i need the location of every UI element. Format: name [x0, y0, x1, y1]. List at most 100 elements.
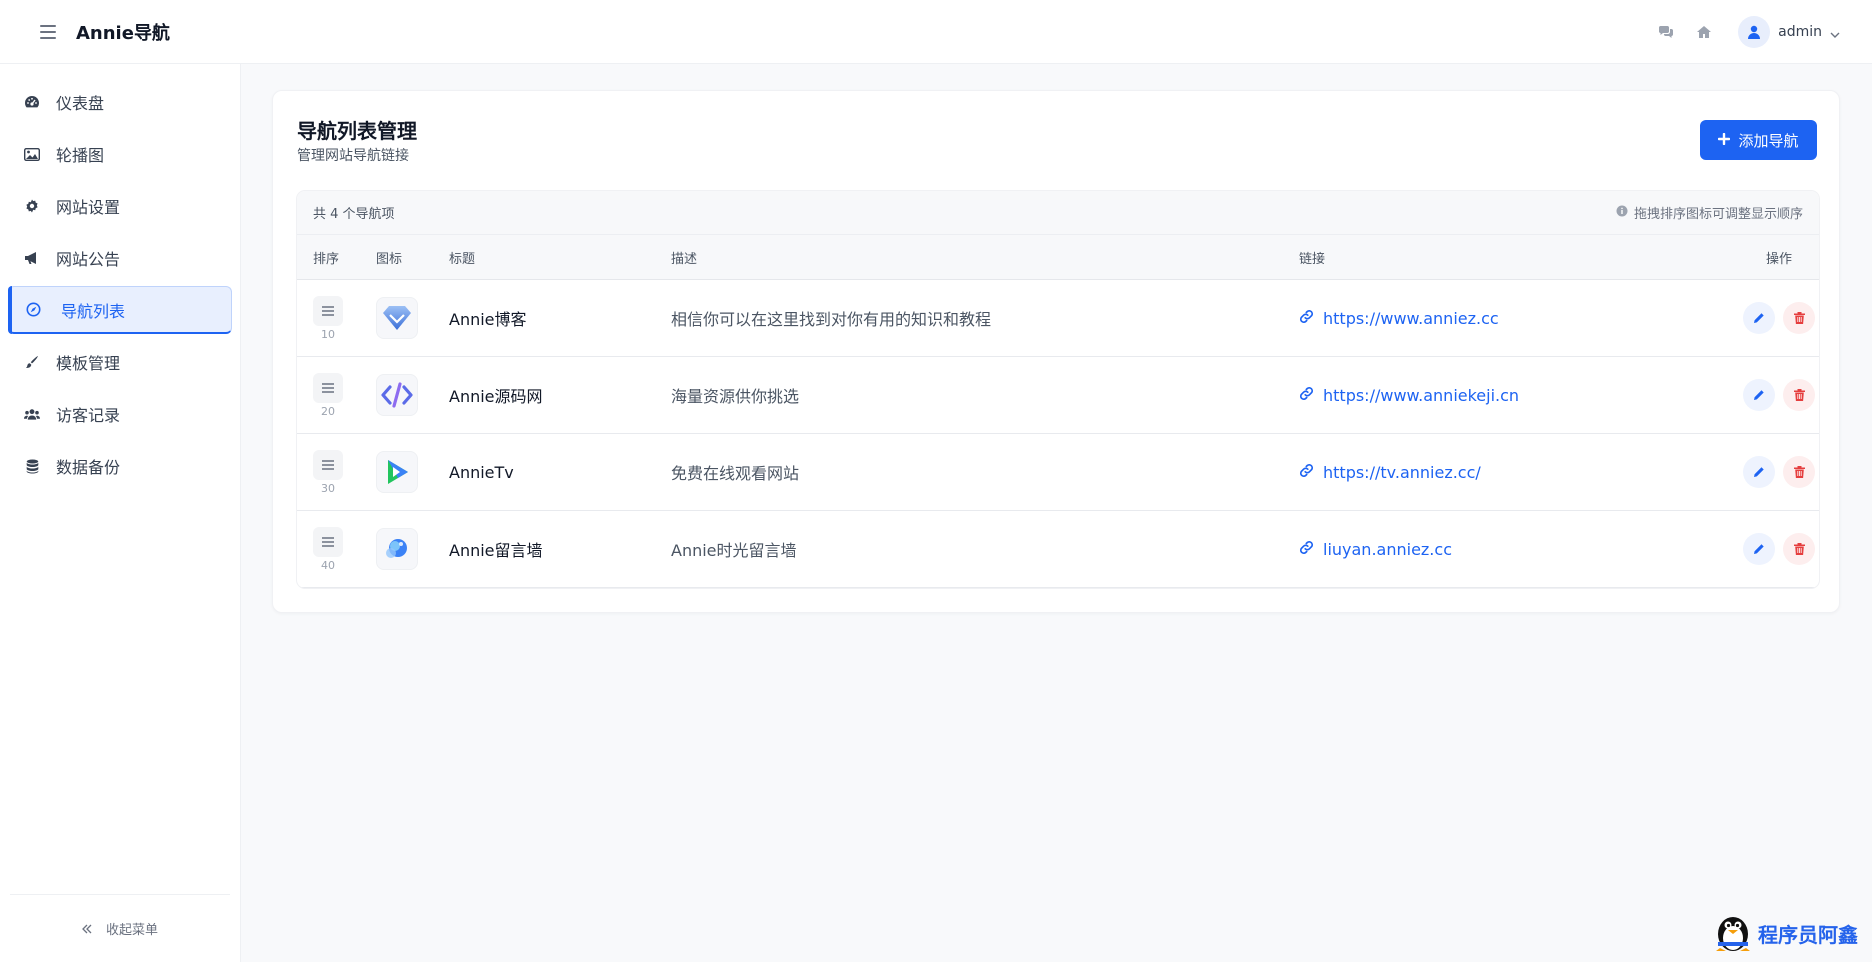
sidebar-item-nav-list[interactable]: 导航列表 [8, 286, 232, 334]
order-number: 20 [321, 404, 335, 418]
delete-button[interactable] [1783, 533, 1815, 565]
nav-link[interactable]: https://www.anniekeji.cn [1299, 386, 1739, 405]
table-row: 10 Annie博客 相信你可以在这里找到对你有用的知识和教程 https://… [297, 280, 1819, 357]
bubble-icon [376, 528, 418, 570]
col-header-icon: 图标 [376, 251, 403, 267]
sidebar-item-templates[interactable]: 模板管理 [8, 338, 232, 386]
gear-icon [24, 198, 40, 214]
drag-bars-icon [313, 449, 343, 480]
sidebar-item-label: 访客记录 [56, 406, 121, 425]
home-icon[interactable] [1694, 22, 1714, 42]
nav-url: https://www.anniez.cc [1323, 308, 1499, 328]
drag-bars-icon [313, 526, 343, 557]
col-header-link: 链接 [1299, 251, 1326, 267]
double-chevron-left-icon [82, 919, 92, 938]
page-title: 导航列表管理 [297, 119, 417, 143]
pencil-icon [1753, 309, 1765, 328]
order-number: 30 [321, 481, 335, 495]
nav-title: Annie源码网 [449, 387, 543, 406]
nav-link[interactable]: https://www.anniez.cc [1299, 309, 1739, 328]
nav-link[interactable]: liuyan.anniez.cc [1299, 540, 1739, 559]
drag-handle[interactable]: 10 [313, 295, 343, 341]
nav-url: https://tv.anniez.cc/ [1323, 462, 1481, 482]
delete-button[interactable] [1783, 456, 1815, 488]
info-icon [1616, 205, 1628, 221]
chat-icon[interactable] [1656, 22, 1676, 42]
col-header-ops: 操作 [1765, 251, 1792, 267]
sidebar-menu: 仪表盘 轮播图 网站设置 网站公告 导航列表 模板管理 访客记录 数据备份 [0, 64, 240, 490]
megaphone-icon [24, 250, 40, 266]
sidebar-item-dashboard[interactable]: 仪表盘 [8, 78, 232, 126]
nav-link[interactable]: https://tv.anniez.cc/ [1299, 463, 1739, 482]
menu-toggle-icon[interactable] [40, 24, 56, 39]
drag-handle[interactable]: 20 [313, 372, 343, 418]
table-header: 排序 图标 标题 描述 链接 操作 [297, 235, 1819, 280]
order-number: 10 [321, 327, 335, 341]
diamond-icon [376, 297, 418, 339]
link-icon [1299, 309, 1314, 328]
drag-bars-icon [313, 295, 343, 326]
sidebar-item-site-settings[interactable]: 网站设置 [8, 182, 232, 230]
nav-desc: 相信你可以在这里找到对你有用的知识和教程 [671, 310, 992, 329]
brush-icon [24, 354, 40, 370]
col-header-title: 标题 [449, 251, 476, 267]
pencil-icon [1753, 386, 1765, 405]
trash-icon [1793, 463, 1805, 482]
table-row: 40 Annie留言墙 Annie时光留言墙 liuyan.anniez.cc [297, 511, 1819, 588]
sidebar-item-visitors[interactable]: 访客记录 [8, 390, 232, 438]
sidebar-item-label: 仪表盘 [56, 94, 105, 113]
table-toolbar: 共 4 个导航项 拖拽排序图标可调整显示顺序 [297, 191, 1819, 235]
add-nav-label: 添加导航 [1738, 131, 1799, 150]
code-icon [376, 374, 418, 416]
edit-button[interactable] [1743, 379, 1775, 411]
penguin-icon [1712, 910, 1754, 956]
order-number: 40 [321, 558, 335, 572]
nav-url: https://www.anniekeji.cn [1323, 385, 1520, 405]
sidebar-item-backup[interactable]: 数据备份 [8, 442, 232, 490]
trash-icon [1793, 386, 1805, 405]
table-row: 20 Annie源码网 海量资源供你挑选 https://www.annieke… [297, 357, 1819, 434]
table-row: 30 AnnieTv 免费在线观看网站 https://tv.anniez.cc… [297, 434, 1819, 511]
collapse-menu-button[interactable]: 收起菜单 [10, 894, 230, 962]
watermark: 程序员阿鑫 [1712, 910, 1858, 956]
chevron-down-icon [1830, 23, 1840, 42]
trash-icon [1793, 540, 1805, 559]
nav-desc: Annie时光留言墙 [671, 541, 797, 560]
nav-title: AnnieTv [449, 462, 514, 482]
add-nav-button[interactable]: 添加导航 [1700, 120, 1817, 160]
edit-button[interactable] [1743, 456, 1775, 488]
link-icon [1299, 540, 1314, 559]
sidebar-item-announcement[interactable]: 网站公告 [8, 234, 232, 282]
plus-icon [1718, 131, 1731, 149]
delete-button[interactable] [1783, 379, 1815, 411]
sort-hint-text: 拖拽排序图标可调整显示顺序 [1633, 207, 1803, 222]
link-icon [1299, 386, 1314, 405]
nav-title: Annie留言墙 [449, 541, 543, 560]
dashboard-icon [24, 94, 40, 110]
col-header-desc: 描述 [671, 251, 698, 267]
nav-desc: 免费在线观看网站 [671, 464, 800, 483]
avatar [1738, 16, 1771, 48]
sidebar-item-label: 网站公告 [56, 250, 121, 269]
nav-list-card: 导航列表管理 管理网站导航链接 添加导航 共 4 个导航项 拖拽排序图标可调整显… [272, 90, 1840, 613]
edit-button[interactable] [1743, 533, 1775, 565]
drag-bars-icon [313, 372, 343, 403]
nav-url: liuyan.anniez.cc [1323, 539, 1452, 559]
nav-title: Annie博客 [449, 310, 527, 329]
sidebar-item-carousel[interactable]: 轮播图 [8, 130, 232, 178]
user-name: admin [1778, 24, 1822, 40]
edit-button[interactable] [1743, 302, 1775, 334]
header-actions: admin [1656, 0, 1840, 64]
delete-button[interactable] [1783, 302, 1815, 334]
user-menu[interactable]: admin [1738, 16, 1840, 48]
sidebar-item-label: 数据备份 [56, 458, 121, 477]
sort-hint: 拖拽排序图标可调整显示顺序 [1616, 203, 1803, 222]
nav-table: 共 4 个导航项 拖拽排序图标可调整显示顺序 排序 图标 标题 描述 链接 操作… [297, 191, 1819, 588]
top-header: Annie导航 admin [0, 0, 1872, 64]
database-icon [24, 458, 40, 474]
trash-icon [1793, 309, 1805, 328]
col-header-order: 排序 [313, 251, 340, 267]
image-icon [24, 146, 40, 162]
drag-handle[interactable]: 40 [313, 526, 343, 572]
drag-handle[interactable]: 30 [313, 449, 343, 495]
